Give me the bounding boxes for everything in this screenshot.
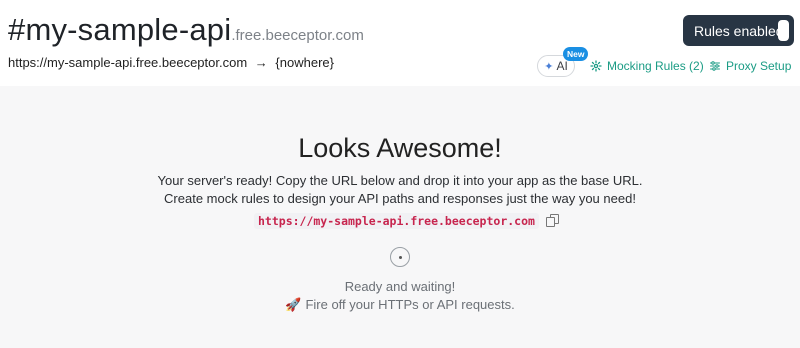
request-hint-text: Fire off your HTTPs or API requests. — [305, 297, 515, 312]
gear-icon — [590, 60, 602, 72]
hero-title: Looks Awesome! — [298, 133, 502, 163]
endpoint-url-row: https://my-sample-api.free.beeceptor.com — [254, 213, 560, 229]
hero-description-line2: Create mock rules to design your API pat… — [164, 191, 636, 206]
proxy-setup-link[interactable]: Proxy Setup — [709, 59, 791, 73]
sliders-icon — [710, 61, 720, 71]
endpoint-mapping: https://my-sample-api.free.beeceptor.com… — [8, 55, 334, 70]
hero-description-line1: Your server's ready! Copy the URL below … — [157, 173, 643, 188]
new-badge: New — [563, 47, 589, 61]
mocking-rules-label: Mocking Rules (2) — [607, 59, 704, 73]
ai-button-label: AI — [556, 59, 568, 73]
sparkle-icon: ✦ — [544, 60, 554, 73]
copy-icon[interactable] — [545, 214, 560, 228]
waiting-status: Ready and waiting! — [344, 279, 456, 294]
endpoint-title: #my-sample-api.free.beeceptor.com — [8, 12, 364, 48]
rules-enabled-toggle[interactable]: Rules enabled — [683, 15, 794, 46]
rules-toggle-label: Rules enabled — [694, 22, 784, 39]
endpoint-url-code[interactable]: https://my-sample-api.free.beeceptor.com — [254, 213, 539, 229]
rocket-icon: 🚀 — [285, 297, 302, 312]
loading-spinner — [390, 247, 410, 267]
endpoint-name: #my-sample-api — [8, 12, 232, 47]
endpoint-url[interactable]: https://my-sample-api.free.beeceptor.com — [8, 55, 247, 70]
endpoint-domain: .free.beeceptor.com — [231, 27, 364, 44]
top-header: #my-sample-api.free.beeceptor.com https:… — [0, 0, 800, 86]
arrow-icon: → — [254, 55, 268, 70]
mocking-rules-link[interactable]: Mocking Rules (2) — [590, 59, 704, 73]
proxy-setup-label: Proxy Setup — [726, 59, 792, 73]
spinner-dot — [398, 255, 402, 259]
toggle-knob — [778, 20, 789, 41]
proxy-target: {nowhere} — [275, 55, 334, 70]
request-hint: 🚀 Fire off your HTTPs or API requests. — [0, 297, 800, 313]
